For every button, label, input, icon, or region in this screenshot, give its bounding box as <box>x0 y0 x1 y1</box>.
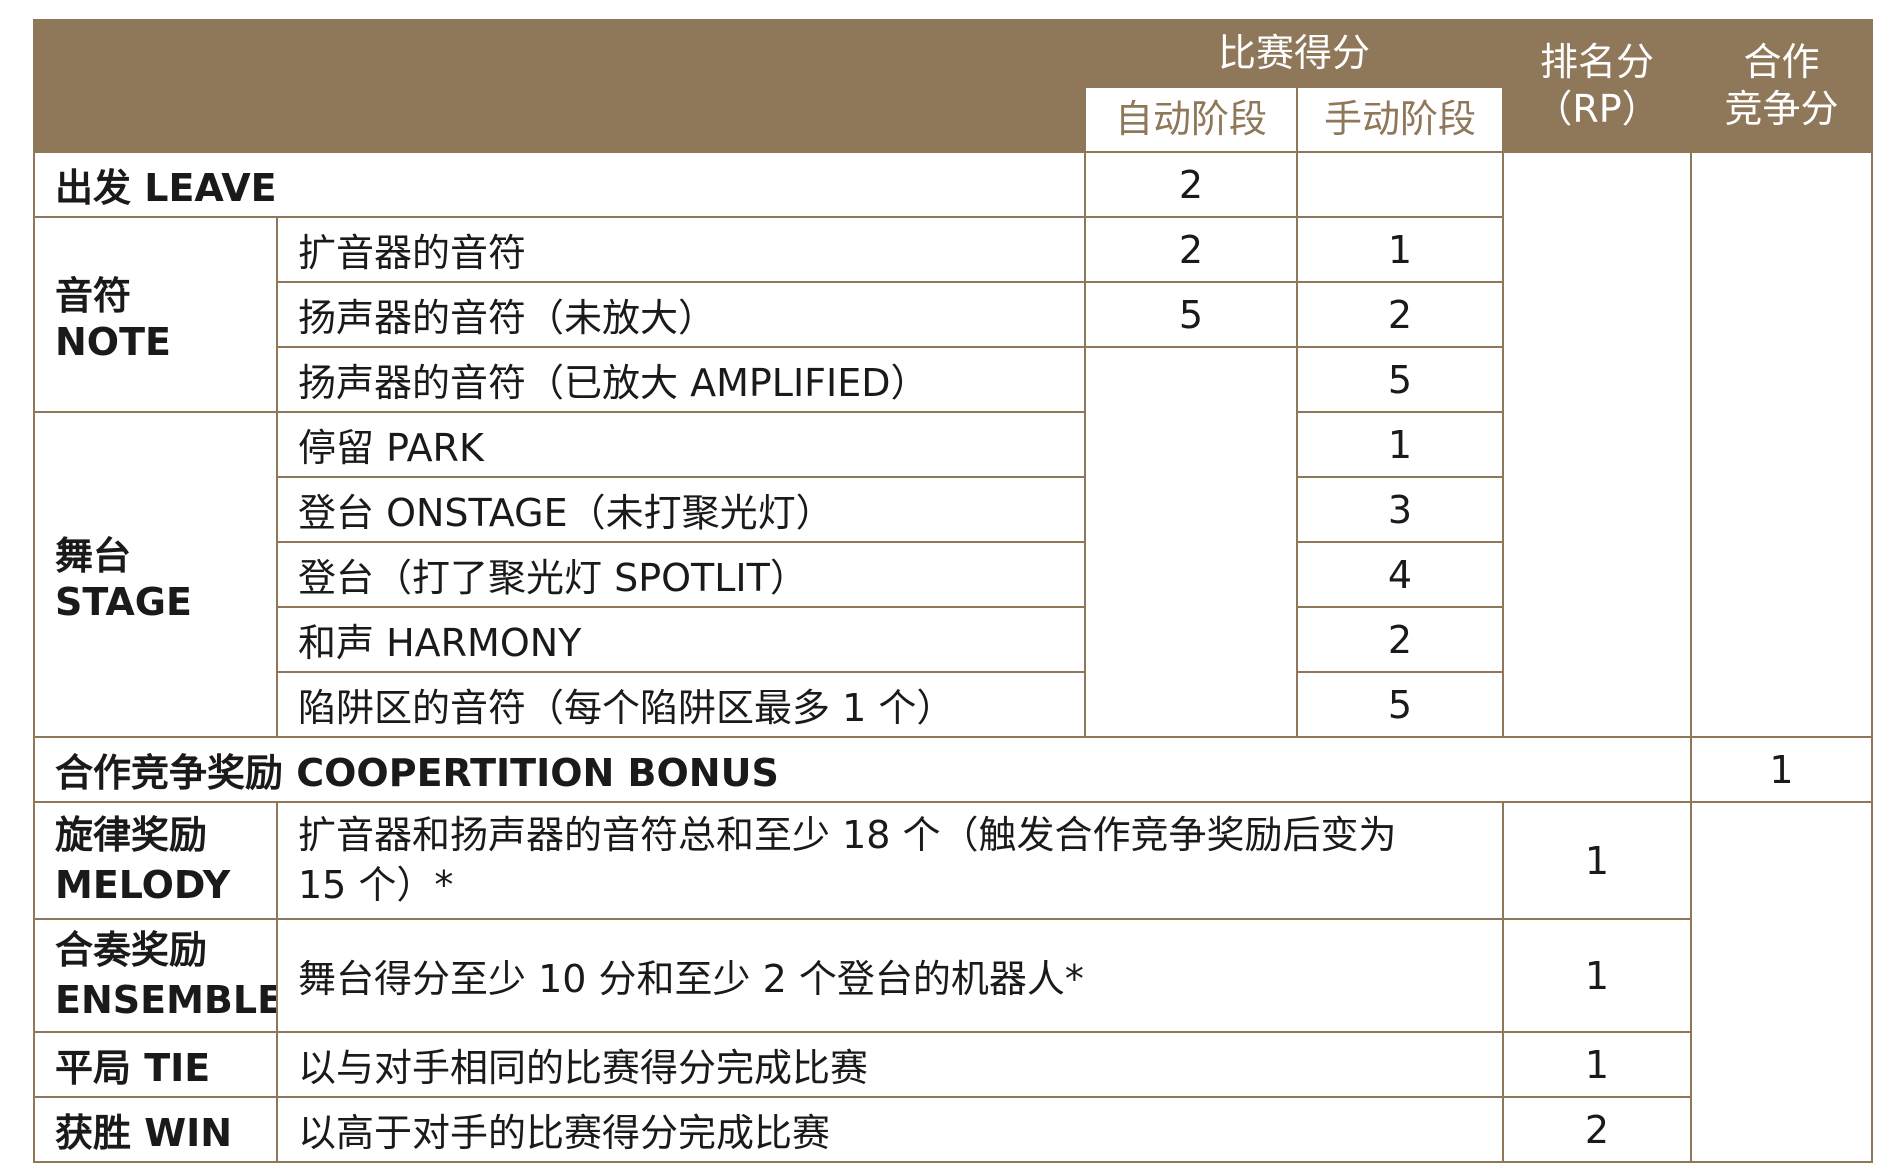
tie-rp-value: 1 <box>1502 1031 1693 1098</box>
melody-label-line1: 旋律奖励 <box>55 813 208 858</box>
win-label: 获胜 WIN <box>33 1096 278 1163</box>
coopertition-label: 合作竞争奖励 COOPERTITION BONUS <box>32 736 1693 803</box>
ensemble-rp-value: 1 <box>1502 918 1693 1033</box>
stage-desc-harmony: 和声 HARMONY <box>276 606 1086 673</box>
coop-blank-area <box>1690 151 1874 738</box>
note-speaker-teleop: 2 <box>1295 281 1505 348</box>
note-desc-speaker: 扬声器的音符（未放大） <box>276 281 1086 348</box>
stage-desc-trap: 陷阱区的音符（每个陷阱区最多 1 个） <box>276 671 1086 738</box>
stage-label-line1: 舞台 <box>55 534 132 578</box>
leave-teleop-value <box>1295 151 1505 218</box>
auto-blank-area <box>1084 346 1298 738</box>
header-teleop: 手动阶段 <box>1295 86 1505 153</box>
table-row-melody: 旋律奖励 MELODY 扩音器和扬声器的音符总和至少 18 个（触发合作竞争奖励… <box>33 801 1874 1163</box>
header-row-1: 比赛得分 排名分 （RP） 合作 竞争分 <box>33 19 1874 153</box>
stage-label: 舞台 STAGE <box>33 411 278 738</box>
note-amp-teleop: 1 <box>1295 216 1505 283</box>
note-desc-speaker-amplified: 扬声器的音符（已放大 AMPLIFIED） <box>276 346 1086 413</box>
ensemble-label-line2: ENSEMBLE <box>55 977 277 1022</box>
stage-onstage-teleop: 3 <box>1295 476 1505 543</box>
note-desc-amp: 扩音器的音符 <box>276 216 1086 283</box>
note-label: 音符 NOTE <box>33 216 278 413</box>
leave-label: 出发 LEAVE <box>33 151 1086 218</box>
melody-desc: 扩音器和扬声器的音符总和至少 18 个（触发合作竞争奖励后变为 15 个）* <box>275 801 1505 920</box>
win-rp-value: 2 <box>1502 1096 1693 1163</box>
header-auto: 自动阶段 <box>1084 86 1298 153</box>
header-blank <box>33 19 1086 153</box>
header-coop-line2: 竞争分 <box>1724 87 1839 131</box>
stage-desc-onstage: 登台 ONSTAGE（未打聚光灯） <box>276 476 1086 543</box>
stage-desc-park: 停留 PARK <box>276 411 1086 478</box>
stage-desc-spotlit: 登台（打了聚光灯 SPOTLIT） <box>276 541 1086 608</box>
table-row-win: 获胜 WIN 以高于对手的比赛得分完成比赛 2 <box>33 1096 1872 1163</box>
tie-label: 平局 TIE <box>33 1031 278 1098</box>
stage-label-line2: STAGE <box>55 580 192 624</box>
header-rp-line1: 排名分 <box>1540 39 1655 84</box>
leave-auto-value: 2 <box>1084 151 1298 218</box>
table-row-leave: 出发 LEAVE 2 <box>33 151 1874 738</box>
ensemble-label: 合奏奖励 ENSEMBLE <box>33 918 278 1033</box>
table-row-tie: 平局 TIE 以与对手相同的比赛得分完成比赛 1 <box>33 1031 1872 1098</box>
stage-spotlit-teleop: 4 <box>1295 541 1505 608</box>
stage-park-teleop: 1 <box>1295 411 1505 478</box>
melody-desc-line1: 扩音器和扬声器的音符总和至少 18 个（触发合作竞争奖励后变为 <box>298 813 1397 858</box>
scoring-table: 比赛得分 排名分 （RP） 合作 竞争分 自动阶段 手动阶段 出发 LEAVE … <box>32 19 1874 1163</box>
header-coopertition-points: 合作 竞争分 <box>1690 19 1874 153</box>
rp-blank-area <box>1502 151 1693 738</box>
header-rp-line2: （RP） <box>1534 87 1660 131</box>
melody-desc-line2: 15 个）* <box>298 862 454 907</box>
note-speaker-amplified-teleop: 5 <box>1295 346 1505 413</box>
win-desc: 以高于对手的比赛得分完成比赛 <box>275 1096 1505 1163</box>
coop-blank-lower <box>1690 801 1874 1163</box>
note-speaker-auto: 5 <box>1084 281 1298 348</box>
melody-label: 旋律奖励 MELODY <box>33 801 278 920</box>
stage-trap-teleop: 5 <box>1295 671 1505 738</box>
coopertition-value: 1 <box>1690 736 1874 803</box>
table-row-coopertition: 合作竞争奖励 COOPERTITION BONUS 1 <box>32 736 1874 803</box>
ensemble-desc: 舞台得分至少 10 分和至少 2 个登台的机器人* <box>275 918 1505 1033</box>
header-coop-line1: 合作 <box>1743 39 1820 84</box>
header-match-points: 比赛得分 <box>1083 19 1505 88</box>
ensemble-label-line1: 合奏奖励 <box>55 928 208 973</box>
note-amp-auto: 2 <box>1084 216 1298 283</box>
melody-label-line2: MELODY <box>55 862 231 907</box>
stage-harmony-teleop: 2 <box>1295 606 1505 673</box>
table-row-ensemble: 合奏奖励 ENSEMBLE 舞台得分至少 10 分和至少 2 个登台的机器人* … <box>33 918 1872 1033</box>
melody-rp-value: 1 <box>1502 801 1693 920</box>
header-ranking-points: 排名分 （RP） <box>1502 19 1693 153</box>
tie-desc: 以与对手相同的比赛得分完成比赛 <box>275 1031 1505 1098</box>
